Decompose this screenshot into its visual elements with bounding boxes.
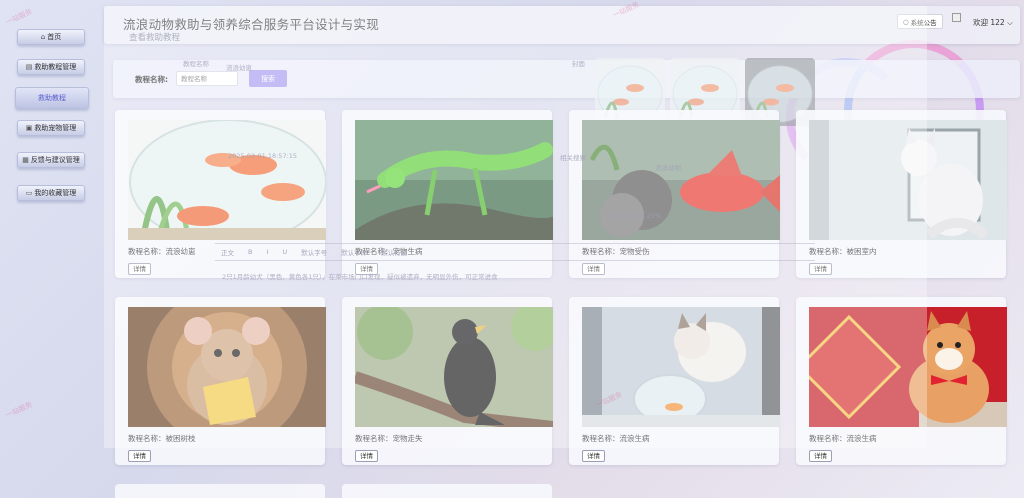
detail-button[interactable]: 详情 [582,263,605,275]
toolbar-item: 默认字号 [301,249,328,257]
tutorial-cover-image [809,120,1007,240]
tutorial-name: 教程名称：宠物走失 [355,434,423,443]
tutorial-cover-image [128,120,326,240]
tutorial-card[interactable]: 教程名称：流浪生病 详情 [796,297,1007,465]
tutorial-name: 教程名称：流浪生病 [809,434,877,443]
top-header: 流浪动物救助与领养综合服务平台设计与实现 查看救助教程 ○ 系统公告 欢迎 12… [104,6,1020,44]
tutorial-name: 教程名称：被困室内 [809,247,877,256]
tutorial-card[interactable]: 教程名称：被困室内 详情 [796,110,1007,278]
ghost-editor-toolbar: 正文 B I U 默认字号 默认字体 默认行高 [215,243,815,261]
detail-button[interactable]: 详情 [128,450,151,462]
tutorial-card[interactable]: 教程名称：流浪生病 详情 [569,297,780,465]
list-icon: ▤ [25,63,33,71]
ghost-date: 2025-03-01 18:57:15 [228,152,298,160]
detail-button[interactable]: 详情 [809,263,832,275]
search-input[interactable] [176,71,238,86]
sidebar-item-label: 首页 [47,33,62,41]
tutorial-card-partial [115,484,325,498]
toolbar-item: 正文 [221,249,234,257]
pet-icon: ▣ [25,124,33,132]
tutorial-cover-image [809,307,1007,427]
detail-button[interactable]: 详情 [128,263,151,275]
tutorial-card-partial [342,484,552,498]
grid-icon: ▦ [22,156,29,164]
ghost-tutorial-name-value: 流浪幼崽 [226,64,252,72]
tutorial-card[interactable]: 教程名称：宠物走失 详情 [342,297,553,465]
detail-button[interactable]: 详情 [582,450,605,462]
tutorial-cover-image [128,307,326,427]
sidebar-item-pet-management[interactable]: ▣ 救助宠物管理 [17,120,85,136]
avatar[interactable] [952,13,961,22]
sidebar-item-label: 救助宠物管理 [34,124,77,132]
tutorial-card[interactable]: 教程名称：被困树枝 详情 [115,297,326,465]
toolbar-item: 默认字体 [341,249,368,257]
ghost-cover-label: 封面 [572,60,585,68]
tutorial-cover-image [582,120,780,240]
search-button[interactable]: 搜索 [249,70,287,87]
ghost-stray-label: 流浪动物 [655,164,681,172]
sidebar-item-label: 反馈与建议管理 [30,156,80,164]
chevron-down-icon: ⌵ [1007,18,1013,27]
sidebar-item-feedback-management[interactable]: ▦ 反馈与建议管理 [17,152,85,168]
ghost-body-text: 2只1月龄幼犬（黑色、黄色各1只），在菜市场门口发现，疑似被遗弃，无明显外伤，可… [222,273,498,281]
system-notice-label: 系统公告 [910,18,937,27]
breadcrumb: 查看救助教程 [129,33,181,43]
user-menu[interactable]: 欢迎 122 ⌵ [973,17,1013,28]
system-notice-button[interactable]: ○ 系统公告 [897,14,943,29]
detail-button[interactable]: 详情 [809,450,832,462]
folder-icon: ▭ [25,189,33,197]
sidebar-item-favorites-management[interactable]: ▭ 我的收藏管理 [17,185,85,201]
ghost-tutorial-name-label: 教程名称 [183,60,209,68]
detail-button[interactable]: 详情 [355,450,378,462]
ghost-related-label: 相关搜索 [560,154,586,162]
sidebar-item-label: 我的收藏管理 [34,189,77,197]
home-icon: ⌂ [40,33,46,41]
search-label: 教程名称: [135,75,168,84]
sidebar: ⌂ 首页 ▤ 救助教程管理 救助教程 ▣ 救助宠物管理 ▦ 反馈与建议管理 ▭ … [0,0,104,498]
sidebar-item-home[interactable]: ⌂ 首页 [17,29,85,45]
ghost-image-size: 1174 × 856 25% [606,212,662,220]
tutorial-cover-image [355,120,553,240]
toolbar-item: B [248,248,253,256]
sidebar-item-label: 救助教程 [38,94,66,102]
toolbar-item: I [266,248,269,256]
tutorial-cover-image [355,307,553,427]
tutorial-name: 教程名称：流浪生病 [582,434,650,443]
tutorial-cover-image [582,307,780,427]
tutorial-name: 教程名称：被困树枝 [128,434,196,443]
toolbar-item: U [282,248,288,256]
sidebar-item-label: 救助教程管理 [34,63,77,71]
welcome-text: 欢迎 122 [973,18,1005,27]
sidebar-item-tutorial-management[interactable]: ▤ 救助教程管理 [17,59,85,75]
sidebar-item-tutorial[interactable]: 救助教程 [15,87,89,109]
toolbar-item: 默认行高 [381,249,408,257]
notice-icon: ○ [903,17,909,26]
tutorial-name: 教程名称：流浪幼崽 [128,247,196,256]
